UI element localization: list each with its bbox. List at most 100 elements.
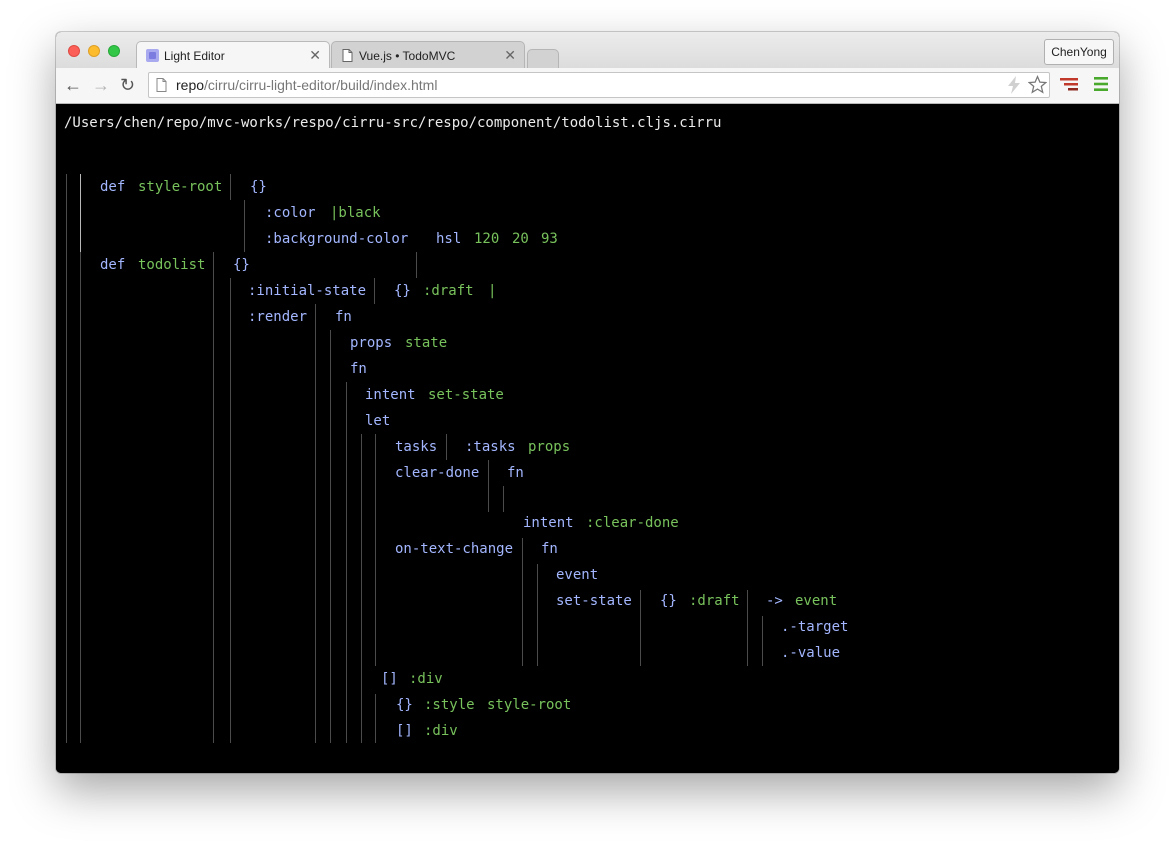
code-token[interactable]: set-state [428, 387, 504, 403]
close-tab-icon[interactable]: ✕ [309, 47, 321, 64]
tree-guide-line [416, 252, 417, 278]
tree-guide-line [361, 434, 362, 743]
page-icon [342, 49, 353, 62]
code-token[interactable]: on-text-change [395, 541, 513, 557]
code-token[interactable]: :render [248, 309, 307, 325]
code-token[interactable]: 93 [541, 231, 558, 247]
code-token[interactable]: props [350, 335, 392, 351]
editor-area[interactable]: /Users/chen/repo/mvc-works/respo/cirru-s… [56, 104, 1119, 773]
tree-guide-line [330, 330, 331, 743]
code-token[interactable]: todolist [138, 257, 205, 273]
code-token[interactable]: state [405, 335, 447, 351]
tab-vue-todomvc[interactable]: Vue.js • TodoMVC ✕ [331, 41, 525, 70]
tree-guide-line [230, 278, 231, 743]
back-arrow-icon[interactable]: ← [64, 74, 82, 96]
tree-guide-line [488, 460, 489, 512]
tree-guide-line [213, 278, 214, 743]
code-token[interactable]: event [556, 567, 598, 583]
code-token[interactable]: :draft [423, 283, 474, 299]
bookmark-star-icon[interactable] [1028, 75, 1047, 94]
code-token[interactable]: :tasks [465, 439, 516, 455]
tree-guide-line [213, 252, 214, 278]
tree-guide-line [346, 382, 347, 743]
code-token[interactable]: {} [250, 179, 267, 195]
tree-guide-line [374, 278, 375, 304]
lightning-bolt-icon[interactable] [1007, 76, 1021, 94]
zoom-window-button[interactable] [108, 45, 120, 57]
code-token[interactable]: :div [409, 671, 443, 687]
tree-guide-line [230, 174, 231, 200]
tree-guide-line [762, 616, 763, 666]
tree-guide-line [747, 590, 748, 666]
code-token[interactable]: let [365, 413, 390, 429]
tree-guide-line [446, 434, 447, 460]
tree-guide-line [375, 434, 376, 666]
tree-guide-line [80, 174, 81, 252]
code-token[interactable]: tasks [395, 439, 437, 455]
extension-icon[interactable] [1060, 77, 1080, 91]
code-token[interactable]: :color [265, 205, 316, 221]
code-token[interactable]: def [100, 179, 125, 195]
code-token[interactable]: :style [424, 697, 475, 713]
code-token[interactable]: {} [660, 593, 677, 609]
file-path: /Users/chen/repo/mvc-works/respo/cirru-s… [64, 115, 722, 131]
cirru-favicon-icon [146, 49, 159, 62]
code-token[interactable]: :background-color [265, 231, 408, 247]
code-token[interactable]: {} [396, 697, 413, 713]
code-token[interactable]: style-root [138, 179, 222, 195]
code-token[interactable]: intent [523, 515, 574, 531]
code-token[interactable]: .-target [781, 619, 848, 635]
tab-bar: Light Editor ✕ Vue.js • TodoMVC ✕ ChenYo… [56, 32, 1119, 70]
code-token[interactable]: {} [394, 283, 411, 299]
code-token[interactable]: 120 [474, 231, 499, 247]
code-token[interactable]: |black [330, 205, 381, 221]
chrome-menu-icon[interactable] [1094, 76, 1108, 92]
url-text: repo/cirru/cirru-light-editor/build/inde… [176, 77, 438, 93]
new-tab-button[interactable] [527, 49, 559, 70]
tree-guide-line [315, 304, 316, 743]
code-token[interactable]: event [795, 593, 837, 609]
code-token[interactable]: clear-done [395, 465, 479, 481]
code-token[interactable]: intent [365, 387, 416, 403]
code-token[interactable]: fn [350, 361, 367, 377]
code-token[interactable]: def [100, 257, 125, 273]
code-token[interactable]: style-root [487, 697, 571, 713]
tab-light-editor[interactable]: Light Editor ✕ [136, 41, 330, 70]
code-token[interactable]: -> [766, 593, 783, 609]
tree-guide-line [522, 538, 523, 666]
address-bar[interactable]: repo/cirru/cirru-light-editor/build/inde… [148, 72, 1050, 98]
code-token[interactable]: .-value [781, 645, 840, 661]
code-token[interactable]: :clear-done [586, 515, 679, 531]
tree-guide-line [244, 200, 245, 252]
code-token[interactable]: :draft [689, 593, 740, 609]
code-token[interactable]: set-state [556, 593, 632, 609]
code-token[interactable]: fn [507, 465, 524, 481]
code-token[interactable]: | [488, 283, 496, 299]
page-info-icon[interactable] [156, 78, 167, 92]
toolbar: ← → ↻ repo/cirru/cirru-light-editor/buil… [56, 68, 1119, 104]
reload-icon[interactable]: ↻ [120, 74, 135, 96]
code-token[interactable]: :initial-state [248, 283, 366, 299]
tree-guide-line [375, 694, 376, 743]
code-token[interactable]: [] [381, 671, 398, 687]
browser-window: Light Editor ✕ Vue.js • TodoMVC ✕ ChenYo… [56, 32, 1119, 773]
tree-guide-line [80, 252, 81, 743]
tab-label: Light Editor [164, 49, 225, 63]
tree-guide-line [66, 174, 67, 743]
code-token[interactable]: {} [233, 257, 250, 273]
code-token[interactable]: fn [335, 309, 352, 325]
code-token[interactable]: fn [541, 541, 558, 557]
minimize-window-button[interactable] [88, 45, 100, 57]
tree-guide-line [503, 486, 504, 512]
tab-label: Vue.js • TodoMVC [359, 49, 456, 63]
close-tab-icon[interactable]: ✕ [504, 47, 516, 64]
code-token[interactable]: 20 [512, 231, 529, 247]
code-token[interactable]: [] [396, 723, 413, 739]
profile-button[interactable]: ChenYong [1044, 39, 1114, 65]
tree-guide-line [537, 564, 538, 666]
code-token[interactable]: props [528, 439, 570, 455]
code-token[interactable]: :div [424, 723, 458, 739]
forward-arrow-icon[interactable]: → [92, 74, 110, 96]
close-window-button[interactable] [68, 45, 80, 57]
code-token[interactable]: hsl [436, 231, 461, 247]
